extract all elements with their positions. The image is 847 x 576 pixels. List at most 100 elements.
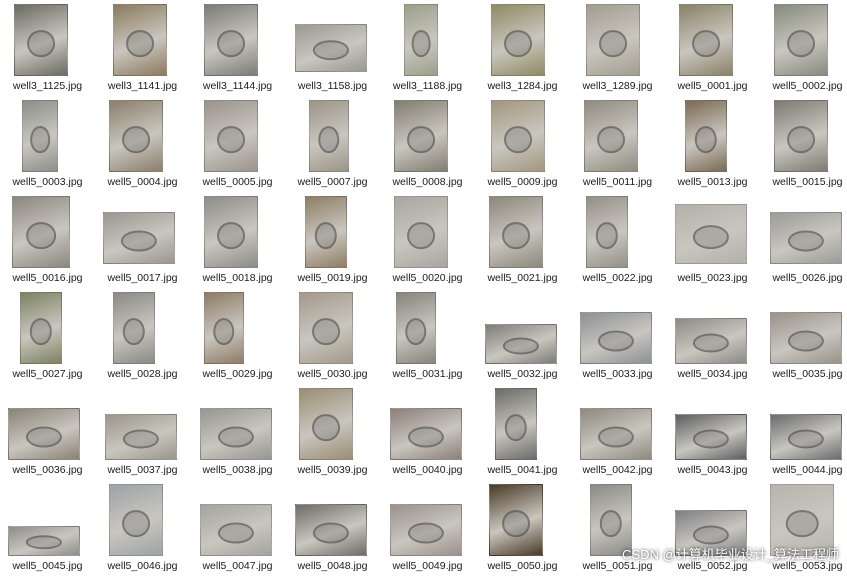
file-item[interactable]: well5_0041.jpg — [475, 384, 570, 480]
image-thumbnail[interactable] — [113, 4, 167, 76]
image-thumbnail[interactable] — [394, 100, 448, 172]
file-item[interactable]: well5_0026.jpg — [760, 192, 847, 288]
image-thumbnail[interactable] — [109, 484, 163, 556]
file-item[interactable]: well5_0037.jpg — [95, 384, 190, 480]
file-item[interactable]: well5_0033.jpg — [570, 288, 665, 384]
image-thumbnail[interactable] — [679, 4, 733, 76]
file-item[interactable]: well5_0027.jpg — [0, 288, 95, 384]
file-item[interactable]: well5_0029.jpg — [190, 288, 285, 384]
image-thumbnail[interactable] — [295, 504, 367, 556]
file-item[interactable]: well5_0032.jpg — [475, 288, 570, 384]
file-item[interactable]: well5_0046.jpg — [95, 480, 190, 576]
file-item[interactable]: well5_0018.jpg — [190, 192, 285, 288]
image-thumbnail[interactable] — [22, 100, 58, 172]
image-thumbnail[interactable] — [675, 318, 747, 364]
image-thumbnail[interactable] — [204, 196, 258, 268]
image-thumbnail[interactable] — [295, 24, 367, 72]
image-thumbnail[interactable] — [390, 504, 462, 556]
file-item[interactable]: well5_0019.jpg — [285, 192, 380, 288]
file-item[interactable]: well5_0043.jpg — [665, 384, 760, 480]
image-thumbnail[interactable] — [491, 4, 545, 76]
file-item[interactable]: well5_0038.jpg — [190, 384, 285, 480]
image-thumbnail[interactable] — [586, 4, 640, 76]
image-thumbnail[interactable] — [113, 292, 155, 364]
image-thumbnail[interactable] — [485, 324, 557, 364]
file-item[interactable]: well3_1141.jpg — [95, 0, 190, 96]
file-item[interactable]: well3_1289.jpg — [570, 0, 665, 96]
image-thumbnail[interactable] — [685, 100, 727, 172]
file-item[interactable]: well5_0020.jpg — [380, 192, 475, 288]
file-item[interactable]: well5_0009.jpg — [475, 96, 570, 192]
image-thumbnail[interactable] — [12, 196, 70, 268]
image-thumbnail[interactable] — [204, 4, 258, 76]
file-item[interactable]: well5_0035.jpg — [760, 288, 847, 384]
image-thumbnail[interactable] — [491, 100, 545, 172]
file-item[interactable]: well3_1144.jpg — [190, 0, 285, 96]
file-item[interactable]: well5_0031.jpg — [380, 288, 475, 384]
image-thumbnail[interactable] — [396, 292, 436, 364]
file-item[interactable]: well5_0049.jpg — [380, 480, 475, 576]
image-thumbnail[interactable] — [489, 484, 543, 556]
image-thumbnail[interactable] — [489, 196, 543, 268]
file-item[interactable]: well5_0021.jpg — [475, 192, 570, 288]
image-thumbnail[interactable] — [580, 312, 652, 364]
file-item[interactable]: well5_0023.jpg — [665, 192, 760, 288]
image-thumbnail[interactable] — [109, 100, 163, 172]
image-thumbnail[interactable] — [200, 504, 272, 556]
image-thumbnail[interactable] — [774, 100, 828, 172]
image-thumbnail[interactable] — [404, 4, 438, 76]
file-item[interactable]: well5_0044.jpg — [760, 384, 847, 480]
file-item[interactable]: well5_0001.jpg — [665, 0, 760, 96]
file-item[interactable]: well5_0017.jpg — [95, 192, 190, 288]
file-item[interactable]: well5_0013.jpg — [665, 96, 760, 192]
image-thumbnail[interactable] — [103, 212, 175, 264]
image-thumbnail[interactable] — [14, 4, 68, 76]
image-thumbnail[interactable] — [586, 196, 628, 268]
file-item[interactable]: well5_0042.jpg — [570, 384, 665, 480]
file-item[interactable]: well3_1125.jpg — [0, 0, 95, 96]
image-thumbnail[interactable] — [774, 4, 828, 76]
file-item[interactable]: well5_0022.jpg — [570, 192, 665, 288]
file-item[interactable]: well5_0002.jpg — [760, 0, 847, 96]
image-thumbnail[interactable] — [580, 408, 652, 460]
file-item[interactable]: well5_0048.jpg — [285, 480, 380, 576]
image-thumbnail[interactable] — [309, 100, 349, 172]
image-thumbnail[interactable] — [299, 388, 353, 460]
file-item[interactable]: well3_1158.jpg — [285, 0, 380, 96]
file-item[interactable]: well5_0045.jpg — [0, 480, 95, 576]
image-thumbnail[interactable] — [394, 196, 448, 268]
file-item[interactable]: well3_1284.jpg — [475, 0, 570, 96]
image-thumbnail[interactable] — [8, 526, 80, 556]
file-item[interactable]: well5_0008.jpg — [380, 96, 475, 192]
image-thumbnail[interactable] — [20, 292, 62, 364]
file-item[interactable]: well5_0028.jpg — [95, 288, 190, 384]
image-thumbnail[interactable] — [390, 408, 462, 460]
image-thumbnail[interactable] — [105, 414, 177, 460]
image-thumbnail[interactable] — [8, 408, 80, 460]
file-item[interactable]: well5_0007.jpg — [285, 96, 380, 192]
image-thumbnail[interactable] — [675, 414, 747, 460]
file-item[interactable]: well5_0036.jpg — [0, 384, 95, 480]
image-thumbnail[interactable] — [675, 204, 747, 264]
file-item[interactable]: well3_1188.jpg — [380, 0, 475, 96]
file-item[interactable]: well5_0005.jpg — [190, 96, 285, 192]
image-thumbnail[interactable] — [770, 414, 842, 460]
image-thumbnail[interactable] — [204, 100, 258, 172]
image-thumbnail[interactable] — [770, 212, 842, 264]
file-item[interactable]: well5_0011.jpg — [570, 96, 665, 192]
file-item[interactable]: well5_0050.jpg — [475, 480, 570, 576]
file-item[interactable]: well5_0047.jpg — [190, 480, 285, 576]
image-thumbnail[interactable] — [584, 100, 638, 172]
file-item[interactable]: well5_0039.jpg — [285, 384, 380, 480]
file-item[interactable]: well5_0040.jpg — [380, 384, 475, 480]
image-thumbnail[interactable] — [299, 292, 353, 364]
image-thumbnail[interactable] — [204, 292, 244, 364]
file-item[interactable]: well5_0004.jpg — [95, 96, 190, 192]
file-item[interactable]: well5_0003.jpg — [0, 96, 95, 192]
file-item[interactable]: well5_0015.jpg — [760, 96, 847, 192]
image-thumbnail[interactable] — [770, 312, 842, 364]
file-item[interactable]: well5_0034.jpg — [665, 288, 760, 384]
file-item[interactable]: well5_0016.jpg — [0, 192, 95, 288]
image-thumbnail[interactable] — [495, 388, 537, 460]
image-thumbnail[interactable] — [305, 196, 347, 268]
